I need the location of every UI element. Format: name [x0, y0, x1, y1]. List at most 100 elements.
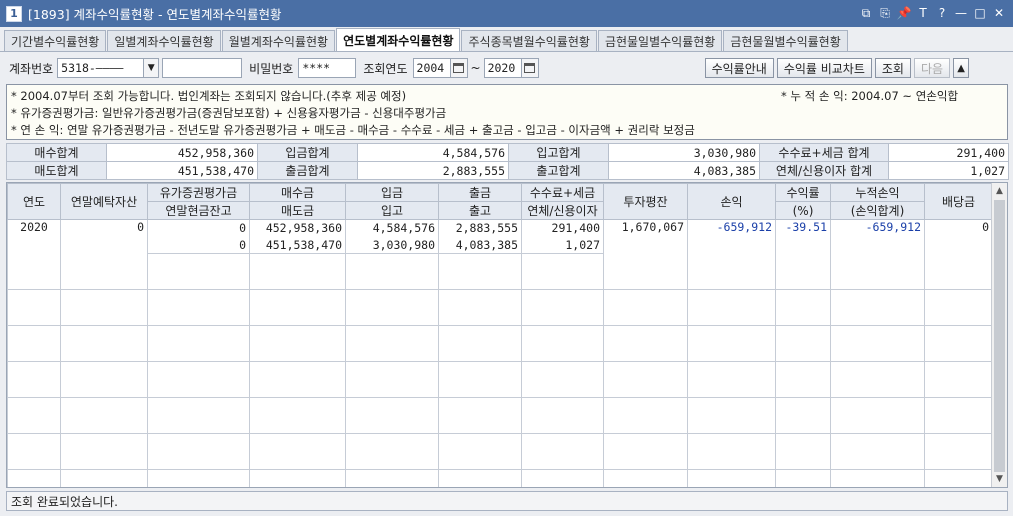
- col-deposit[interactable]: 입금: [345, 183, 439, 202]
- stock-out-total-label: 출고합계: [508, 161, 609, 180]
- tab-daily-returns[interactable]: 일별계좌수익률현황: [107, 30, 221, 51]
- tab-divider: [0, 51, 1013, 52]
- tab-gold-daily-returns[interactable]: 금현물일별수익률현황: [597, 30, 723, 51]
- stock-out-total-value: 4,083,385: [608, 161, 760, 180]
- empty-row: [7, 433, 993, 470]
- screen-number-icon: 1: [6, 5, 22, 22]
- stock-in-total-label: 입고합계: [508, 143, 609, 162]
- col-yearend-deposit[interactable]: 연말예탁자산: [60, 183, 148, 220]
- status-bar: 조회 완료되었습니다.: [6, 491, 1008, 511]
- withdraw-total-value: 2,883,555: [357, 161, 509, 180]
- notice-panel: * 2004.07부터 조회 가능합니다. 법인계좌는 조회되지 않습니다.(추…: [6, 84, 1008, 140]
- year-from-input[interactable]: 2004: [412, 58, 451, 78]
- next-button[interactable]: 다음: [913, 58, 951, 78]
- col-stock-out[interactable]: 출고: [438, 201, 522, 220]
- buy-total-label: 매수합계: [6, 143, 107, 162]
- font-size-icon[interactable]: T: [915, 5, 931, 21]
- account-dropdown-icon[interactable]: ▼: [144, 58, 160, 78]
- calendar-from-icon[interactable]: [450, 58, 468, 78]
- cell-yearend-cash: 0: [147, 236, 250, 254]
- empty-row: [7, 397, 993, 434]
- deposit-total-label: 입금합계: [257, 143, 358, 162]
- vertical-scrollbar[interactable]: ▲ ▼: [991, 183, 1007, 487]
- empty-row: [7, 253, 993, 290]
- search-button[interactable]: 조회: [874, 58, 911, 78]
- copy-window-icon[interactable]: ⎘: [877, 5, 893, 21]
- empty-row: [7, 361, 993, 398]
- window-title: [1893] 계좌수익률현황 - 연도별계좌수익률현황: [28, 7, 282, 22]
- tab-bar: 기간별수익률현황 일별계좌수익률현황 월별계좌수익률현황 연도별계좌수익률현황 …: [4, 28, 849, 52]
- deposit-total-value: 4,584,576: [357, 143, 509, 162]
- cell-stock-out: 4,083,385: [438, 236, 522, 254]
- empty-row: [7, 469, 993, 487]
- query-bar: 계좌번호 5318-‒‒‒‒ ▼ 비밀번호 **** 조회연도 2004 ~ 2…: [0, 53, 1013, 83]
- tab-monthly-returns[interactable]: 월별계좌수익률현황: [221, 30, 336, 51]
- cell-dividend: 0: [924, 219, 993, 254]
- col-sec-eval[interactable]: 유가증권평가금: [147, 183, 250, 202]
- col-dividend[interactable]: 배당금: [924, 183, 993, 220]
- interest-total-label: 연체/신용이자 합계: [759, 161, 889, 180]
- sell-total-value: 451,538,470: [106, 161, 258, 180]
- cell-sec-eval: 0: [147, 219, 250, 237]
- return-compare-chart-button[interactable]: 수익률 비교차트: [776, 58, 872, 78]
- password-input[interactable]: ****: [298, 58, 357, 78]
- yearly-returns-grid[interactable]: 연도 연말예탁자산 유가증권평가금 매수금 입금 출금 수수료+세금 투자평잔 …: [6, 182, 1008, 488]
- collapse-up-icon[interactable]: ▲: [953, 58, 970, 78]
- stock-in-total-value: 3,030,980: [608, 143, 760, 162]
- year-range-tilde: ~: [470, 61, 481, 75]
- return-guide-button[interactable]: 수익률안내: [704, 58, 774, 78]
- cell-pnl: -659,912: [687, 219, 776, 254]
- account-number-input[interactable]: 5318-‒‒‒‒: [57, 58, 145, 78]
- cell-yearend-deposit: 0: [60, 219, 148, 254]
- summary-row: 매도합계 451,538,470 출금합계 2,883,555 출고합계 4,0…: [6, 161, 1009, 180]
- link-window-icon[interactable]: ⧉: [858, 5, 874, 21]
- col-year[interactable]: 연도: [7, 183, 61, 220]
- scroll-down-icon[interactable]: ▼: [992, 471, 1007, 487]
- notice-line-1: * 2004.07부터 조회 가능합니다. 법인계좌는 조회되지 않습니다.(추…: [11, 89, 959, 103]
- year-to-input[interactable]: 2020: [483, 58, 522, 78]
- col-pnl[interactable]: 손익: [687, 183, 776, 220]
- empty-row: [7, 325, 993, 362]
- window-titlebar: 1 [1893] 계좌수익률현황 - 연도별계좌수익률현황 ⧉ ⎘ 📌 T ? …: [0, 0, 1013, 27]
- cell-rate: -39.51: [775, 219, 831, 254]
- close-icon[interactable]: ✕: [991, 5, 1007, 21]
- interest-total-value: 1,027: [888, 161, 1009, 180]
- notice-line-2: * 유가증권평가금: 일반유가증권평가금(증권담보포함) + 신용융자평가금 -…: [11, 106, 447, 120]
- tab-stock-monthly-returns[interactable]: 주식종목별월수익률현황: [461, 30, 597, 51]
- col-fee-tax[interactable]: 수수료+세금: [521, 183, 604, 202]
- tab-gold-monthly-returns[interactable]: 금현물월별수익률현황: [723, 30, 848, 51]
- help-icon[interactable]: ?: [934, 5, 950, 21]
- sell-total-label: 매도합계: [6, 161, 107, 180]
- notice-cumulative: * 누 적 손 익: 2004.07 ~ 연손익합: [781, 89, 959, 103]
- buy-total-value: 452,958,360: [106, 143, 258, 162]
- col-rate[interactable]: 수익률: [775, 183, 831, 202]
- scroll-thumb[interactable]: [994, 200, 1005, 472]
- cell-withdraw: 2,883,555: [438, 219, 522, 237]
- fee-tax-total-value: 291,400: [888, 143, 1009, 162]
- col-rate-unit[interactable]: (%): [775, 201, 831, 220]
- col-invest-avg[interactable]: 투자평잔: [603, 183, 688, 220]
- col-buy[interactable]: 매수금: [249, 183, 346, 202]
- col-cum-pnl-sub[interactable]: (손익합계): [830, 201, 925, 220]
- col-cum-pnl[interactable]: 누적손익: [830, 183, 925, 202]
- tab-period-returns[interactable]: 기간별수익률현황: [4, 30, 107, 51]
- col-sell[interactable]: 매도금: [249, 201, 346, 220]
- col-withdraw[interactable]: 출금: [438, 183, 522, 202]
- cell-sell: 451,538,470: [249, 236, 346, 254]
- cell-buy: 452,958,360: [249, 219, 346, 237]
- table-row[interactable]: 2020 0 0 452,958,360 4,584,576 2,883,555…: [7, 219, 993, 254]
- pin-icon[interactable]: 📌: [896, 5, 912, 21]
- col-interest[interactable]: 연체/신용이자: [521, 201, 604, 220]
- account-name-field: [162, 58, 243, 78]
- maximize-icon[interactable]: □: [972, 5, 988, 21]
- scroll-up-icon[interactable]: ▲: [992, 183, 1007, 199]
- tab-yearly-returns[interactable]: 연도별계좌수익률현황: [336, 28, 461, 51]
- col-yearend-cash[interactable]: 연말현금잔고: [147, 201, 250, 220]
- calendar-to-icon[interactable]: [521, 58, 539, 78]
- col-stock-in[interactable]: 입고: [345, 201, 439, 220]
- cell-fee-tax: 291,400: [521, 219, 604, 237]
- cell-year: 2020: [7, 219, 61, 254]
- cell-cum-pnl: -659,912: [830, 219, 925, 254]
- account-label: 계좌번호: [9, 61, 54, 76]
- minimize-icon[interactable]: —: [953, 5, 969, 21]
